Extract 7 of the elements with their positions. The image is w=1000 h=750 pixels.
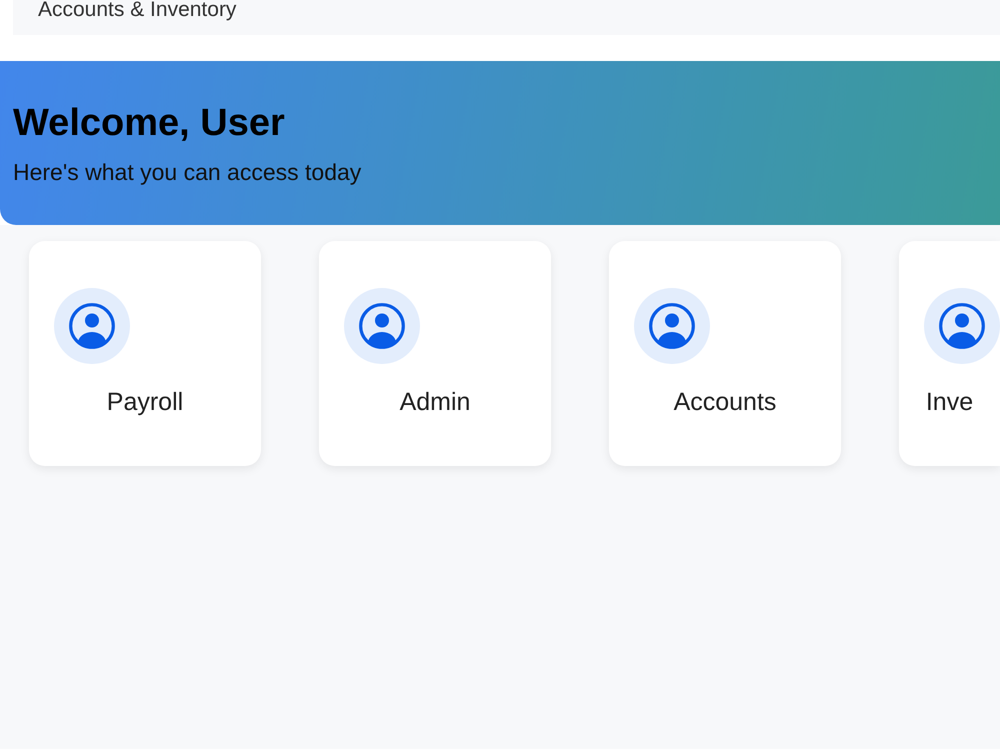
- welcome-subtitle: Here's what you can access today: [13, 159, 362, 185]
- welcome-heading: Welcome, User: [13, 101, 285, 145]
- app-title: Accounts & Inventory: [38, 0, 236, 21]
- module-tile[interactable]: Accounts: [609, 241, 841, 466]
- module-tile[interactable]: Admin: [319, 241, 551, 466]
- module-tile[interactable]: Inve: [899, 241, 1000, 466]
- module-tile[interactable]: Payroll: [29, 241, 261, 466]
